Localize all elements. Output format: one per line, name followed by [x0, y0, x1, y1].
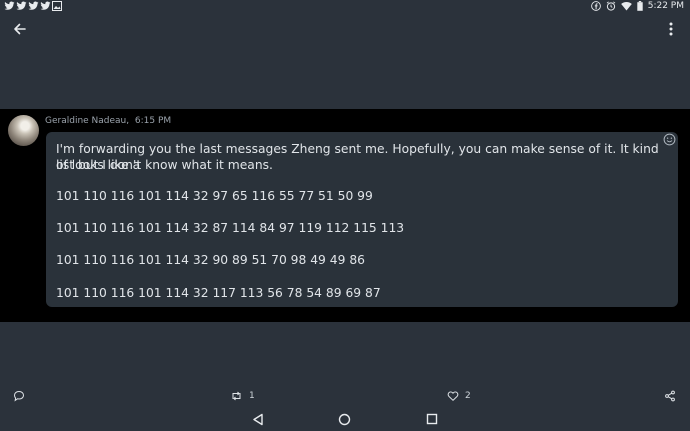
repost-icon: [232, 391, 241, 401]
message-number-line: 101 110 116 101 114 32 117 113 56 78 54 …: [56, 286, 381, 300]
triangle-back-icon[interactable]: [252, 413, 264, 426]
repost-button[interactable]: 1: [230, 388, 255, 404]
image-icon: [52, 1, 62, 11]
like-button[interactable]: 2: [447, 388, 471, 404]
wifi-icon: [620, 1, 632, 11]
message-time: 6:15 PM: [134, 116, 172, 126]
message-number-line: 101 110 116 101 114 32 97 65 116 55 77 5…: [56, 189, 373, 203]
reply-button[interactable]: [13, 388, 25, 404]
author-name: Geraldine Nadeau: [45, 116, 127, 126]
twitter-icon: [40, 1, 51, 10]
heart-icon: [447, 391, 459, 401]
arrow-left-icon[interactable]: [10, 19, 30, 39]
system-icons: 5:22 PM: [590, 1, 684, 11]
facebook-icon: [590, 1, 601, 11]
battery-icon: [637, 1, 643, 11]
twitter-icon: [4, 1, 15, 10]
repost-count: 1: [249, 391, 255, 401]
notification-icons: [4, 1, 62, 11]
navigation-bar: [0, 410, 690, 431]
avatar[interactable]: [8, 115, 39, 146]
comment-icon: [13, 390, 25, 402]
like-count: 2: [465, 391, 471, 401]
square-recents-icon[interactable]: [426, 413, 438, 425]
share-icon: [665, 390, 675, 402]
message-number-line: 101 110 116 101 114 32 90 89 51 70 98 49…: [56, 253, 365, 267]
more-vertical-icon[interactable]: [661, 19, 681, 39]
share-button[interactable]: [664, 388, 676, 404]
alarm-icon: [606, 1, 616, 11]
twitter-icon: [28, 1, 39, 10]
status-bar: 5:22 PM: [0, 0, 690, 14]
status-time: 5:22 PM: [647, 1, 684, 11]
twitter-icon: [16, 1, 27, 10]
message-number-line: 101 110 116 101 114 32 87 114 84 97 119 …: [56, 221, 405, 235]
meta-separator: ,: [126, 116, 130, 126]
message-intro-line-2: list but I don't know what it means.: [56, 158, 273, 172]
circle-home-icon[interactable]: [338, 413, 351, 426]
message-meta: Geraldine Nadeau, 6:15 PM: [45, 116, 171, 126]
